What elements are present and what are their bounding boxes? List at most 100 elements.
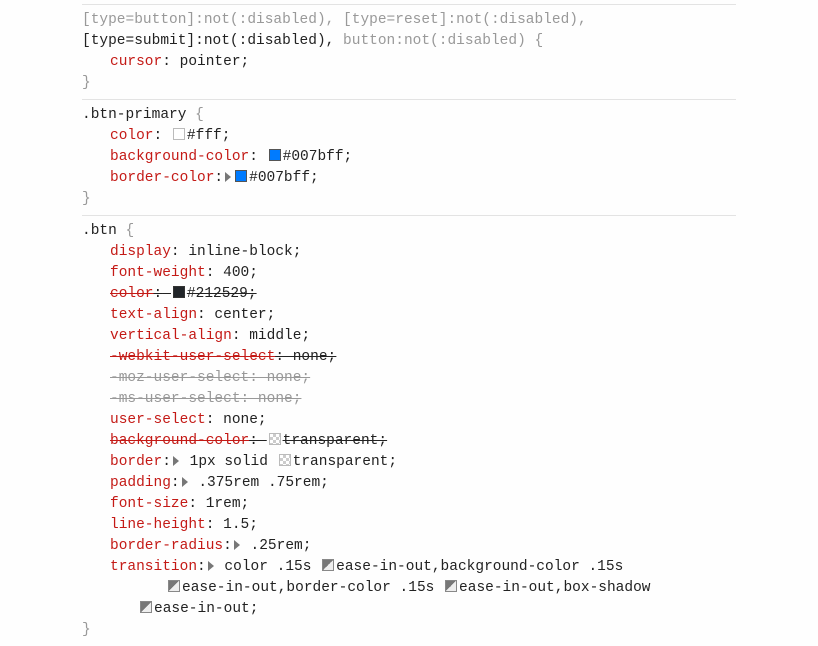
property-value[interactable]: center; <box>206 307 276 323</box>
declaration[interactable]: color: #212529; <box>110 284 736 305</box>
declaration[interactable]: font-size: 1rem; <box>110 494 736 515</box>
colon: : <box>197 307 206 323</box>
color-swatch[interactable] <box>269 149 281 161</box>
property-value[interactable]: #007bff; <box>283 149 353 165</box>
expand-triangle-icon[interactable] <box>182 477 188 487</box>
declaration[interactable]: user-select: none; <box>110 410 736 431</box>
color-swatch[interactable] <box>322 559 334 571</box>
declaration[interactable]: border-radius: .25rem; <box>110 536 736 557</box>
colon: : <box>171 244 180 260</box>
css-rule: .btn-primary {color: #fff;background-col… <box>82 99 736 215</box>
declaration[interactable]: transition: color .15s ease-in-out,backg… <box>110 557 736 578</box>
declaration[interactable]: border-color:#007bff; <box>110 168 736 189</box>
colon: : <box>162 54 171 70</box>
expand-triangle-icon[interactable] <box>173 456 179 466</box>
declaration[interactable]: border: 1px solid transparent; <box>110 452 736 473</box>
property-name[interactable]: display <box>110 244 171 260</box>
property-name[interactable]: -webkit-user-select <box>110 349 275 365</box>
property-value[interactable]: .375rem .75rem; <box>190 475 329 491</box>
property-name[interactable]: line-height <box>110 517 206 533</box>
expand-triangle-icon[interactable] <box>234 540 240 550</box>
color-swatch[interactable] <box>269 433 281 445</box>
property-value[interactable] <box>258 149 267 165</box>
declaration[interactable]: cursor: pointer; <box>110 52 736 73</box>
declaration[interactable]: -ms-user-select: none; <box>110 389 736 410</box>
color-swatch[interactable] <box>173 286 185 298</box>
selector[interactable]: [type=button]:not(:disabled), [type=rese… <box>82 10 736 52</box>
declaration[interactable]: vertical-align: middle; <box>110 326 736 347</box>
property-value[interactable]: transparent; <box>293 454 397 470</box>
vendor-declaration: -ms-user-select: none; <box>110 391 301 407</box>
selector-part: .btn-primary <box>82 107 195 123</box>
styles-panel: [type=button]:not(:disabled), [type=rese… <box>82 0 736 646</box>
property-name[interactable]: font-weight <box>110 265 206 281</box>
property-value[interactable]: 1.5; <box>214 517 258 533</box>
property-value[interactable]: #212529; <box>187 286 257 302</box>
expand-triangle-icon[interactable] <box>225 172 231 182</box>
color-swatch[interactable] <box>445 580 457 592</box>
property-value[interactable]: pointer; <box>171 54 249 70</box>
selector-part: .btn <box>82 223 126 239</box>
property-name[interactable]: background-color <box>110 149 249 165</box>
declaration[interactable]: -moz-user-select: none; <box>110 368 736 389</box>
property-value[interactable] <box>162 128 171 144</box>
property-name[interactable]: background-color <box>110 433 249 449</box>
property-value[interactable]: 1px solid <box>181 454 277 470</box>
property-name[interactable]: border-radius <box>110 538 223 554</box>
property-value[interactable] <box>162 286 171 302</box>
property-name[interactable]: vertical-align <box>110 328 232 344</box>
property-name[interactable]: text-align <box>110 307 197 323</box>
property-name[interactable]: color <box>110 128 154 144</box>
color-swatch[interactable] <box>173 128 185 140</box>
declaration[interactable]: line-height: 1.5; <box>110 515 736 536</box>
property-value[interactable]: #fff; <box>187 128 231 144</box>
colon: : <box>171 475 180 491</box>
vendor-declaration: -moz-user-select: none; <box>110 370 310 386</box>
property-value[interactable]: middle; <box>241 328 311 344</box>
close-brace: } <box>82 73 736 94</box>
property-name[interactable]: padding <box>110 475 171 491</box>
selector-part: { <box>126 223 135 239</box>
declaration[interactable]: padding: .375rem .75rem; <box>110 473 736 494</box>
property-name[interactable]: font-size <box>110 496 188 512</box>
selector-part: [type=button]:not(:disabled), [type=rese… <box>82 12 595 28</box>
property-value[interactable]: ease-in-out,background-color .15s <box>336 559 632 575</box>
color-swatch[interactable] <box>168 580 180 592</box>
css-rule: .btn {display: inline-block;font-weight:… <box>82 215 736 646</box>
declaration[interactable]: text-align: center; <box>110 305 736 326</box>
color-swatch[interactable] <box>235 170 247 182</box>
property-value[interactable]: none; <box>284 349 336 365</box>
css-rule: [type=button]:not(:disabled), [type=rese… <box>82 4 736 99</box>
declaration[interactable]: font-weight: 400; <box>110 263 736 284</box>
property-name[interactable]: border-color <box>110 170 214 186</box>
property-value[interactable]: ease-in-out,border-color .15s <box>182 580 443 596</box>
declaration[interactable]: color: #fff; <box>110 126 736 147</box>
declaration[interactable]: -webkit-user-select: none; <box>110 347 736 368</box>
property-value[interactable]: ease-in-out; <box>154 601 258 617</box>
property-value[interactable]: #007bff; <box>249 170 319 186</box>
property-value[interactable]: ease-in-out,box-shadow <box>459 580 659 596</box>
property-value[interactable]: color .15s <box>216 559 320 575</box>
property-value[interactable]: .25rem; <box>242 538 312 554</box>
property-value[interactable]: none; <box>214 412 266 428</box>
property-name[interactable]: user-select <box>110 412 206 428</box>
property-value[interactable]: 1rem; <box>197 496 249 512</box>
property-name[interactable]: cursor <box>110 54 162 70</box>
property-value[interactable]: transparent; <box>283 433 387 449</box>
color-swatch[interactable] <box>140 601 152 613</box>
colon: : <box>188 496 197 512</box>
property-name[interactable]: color <box>110 286 154 302</box>
selector[interactable]: .btn { <box>82 221 736 242</box>
declaration[interactable]: display: inline-block; <box>110 242 736 263</box>
property-value[interactable]: inline-block; <box>180 244 302 260</box>
expand-triangle-icon[interactable] <box>208 561 214 571</box>
property-name[interactable]: transition <box>110 559 197 575</box>
property-value[interactable]: 400; <box>214 265 258 281</box>
selector-part: { <box>195 107 204 123</box>
selector[interactable]: .btn-primary { <box>82 105 736 126</box>
color-swatch[interactable] <box>279 454 291 466</box>
declaration[interactable]: background-color: transparent; <box>110 431 736 452</box>
declaration[interactable]: background-color: #007bff; <box>110 147 736 168</box>
property-value[interactable] <box>258 433 267 449</box>
property-name[interactable]: border <box>110 454 162 470</box>
